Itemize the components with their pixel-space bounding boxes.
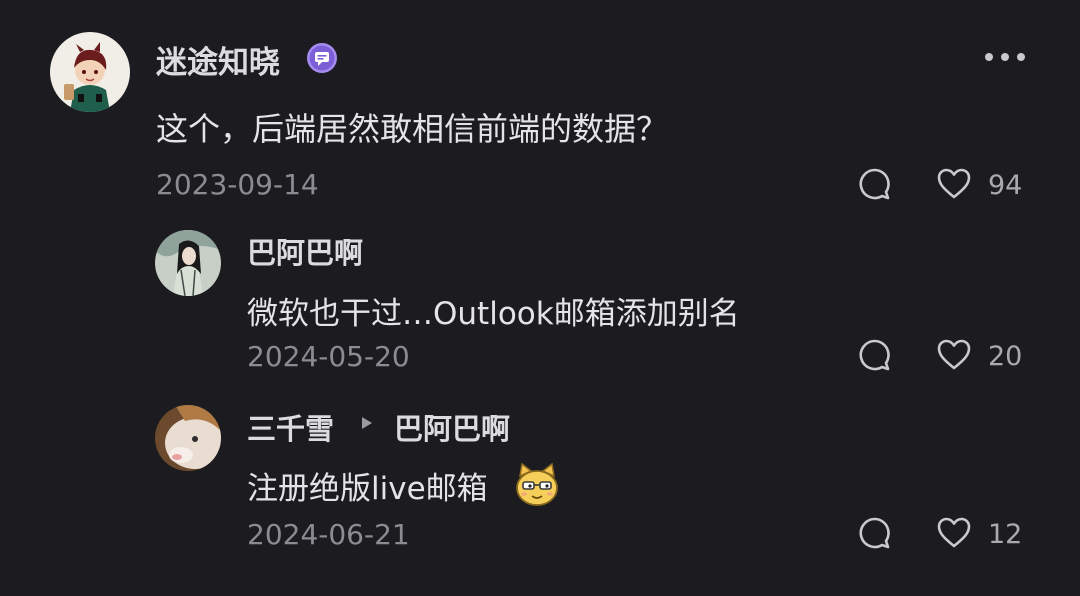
reply-to-name[interactable]: 巴阿巴啊	[394, 406, 510, 448]
reply-to-arrow-icon	[360, 414, 374, 432]
like-count: 12	[988, 519, 1023, 550]
avatar[interactable]	[50, 32, 130, 112]
avatar[interactable]	[155, 405, 221, 471]
author-name[interactable]: 巴阿巴啊	[247, 230, 363, 272]
comment-thread: 迷途知晓 这个，后端居然敢相信前端的数据？ 2023-09-14 94 巴阿巴啊…	[0, 0, 1080, 596]
cat-face-emoji-icon	[514, 462, 560, 508]
comment-date: 2023-09-14	[156, 168, 319, 201]
reply-date: 2024-06-21	[247, 518, 410, 551]
avatar[interactable]	[155, 230, 221, 296]
like-count: 20	[988, 341, 1023, 372]
heart-icon[interactable]	[936, 166, 972, 202]
reply-text: 注册绝版live邮箱	[247, 471, 488, 507]
author-name[interactable]: 迷途知晓	[156, 37, 280, 82]
comment-text: 这个，后端居然敢相信前端的数据？	[156, 110, 669, 148]
more-dots-icon[interactable]	[984, 48, 1026, 66]
heart-icon[interactable]	[936, 515, 972, 551]
author-name[interactable]: 三千雪	[247, 406, 334, 448]
comment-bubble-icon[interactable]	[857, 166, 893, 202]
like-count: 94	[988, 170, 1023, 201]
comment-bubble-icon[interactable]	[857, 515, 893, 551]
comment-bubble-icon[interactable]	[857, 337, 893, 373]
reply-date: 2024-05-20	[247, 340, 410, 373]
reply-text: 微软也干过…Outlook邮箱添加别名	[247, 296, 740, 332]
message-badge-icon	[306, 42, 338, 74]
heart-icon[interactable]	[936, 337, 972, 373]
